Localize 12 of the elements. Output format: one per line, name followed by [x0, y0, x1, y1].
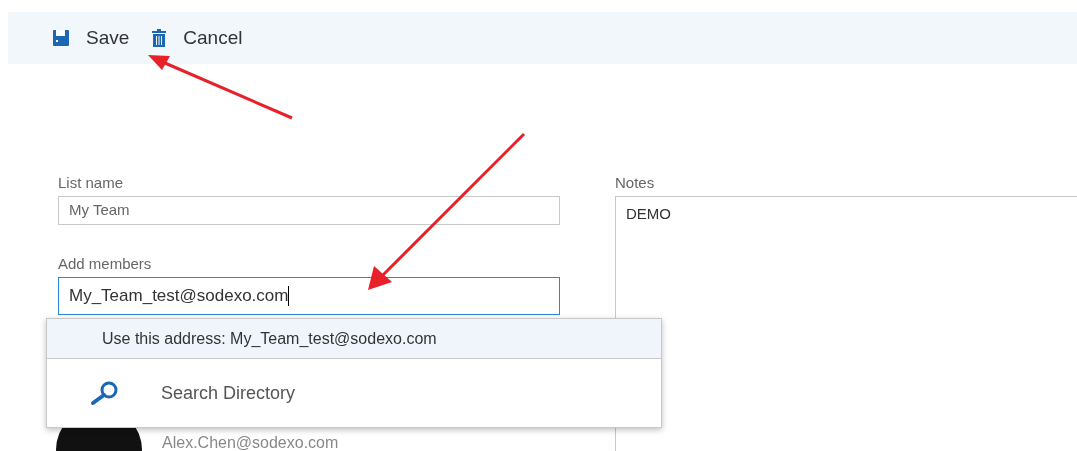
field-label: Add members	[58, 255, 153, 273]
use-address-option[interactable]: Use this address: My_Team_test@sodexo.com	[47, 319, 661, 359]
trash-icon	[151, 29, 168, 47]
save-icon	[52, 29, 70, 47]
add-members-field[interactable]: My_Team_test@sodexo.com	[58, 277, 560, 315]
member-email: Alex.Chen@sodexo.com	[162, 433, 339, 451]
field-label: List name	[58, 174, 125, 192]
search-directory-option[interactable]: Search Directory	[47, 359, 661, 427]
cancel-button[interactable]: Cancel	[151, 23, 243, 53]
list-name-field[interactable]: My Team	[58, 196, 560, 225]
field-label: Notes	[615, 174, 656, 192]
save-button[interactable]: Save	[52, 23, 130, 53]
